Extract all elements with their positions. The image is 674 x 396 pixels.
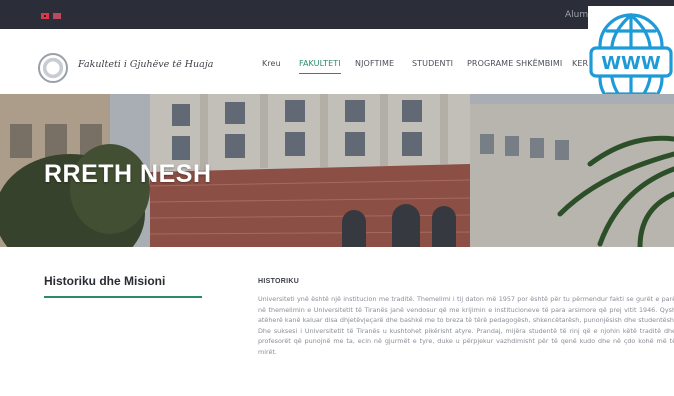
sidebar-divider (44, 296, 202, 298)
site-header: Fakulteti i Gjuhëve të Huaja Kreu FAKULT… (0, 29, 674, 94)
nav-item-kreu[interactable]: Kreu (262, 59, 281, 68)
history-paragraph: Universiteti ynë është një institucion m… (258, 295, 674, 356)
nav-item-kerkime[interactable]: KER (572, 59, 588, 68)
albanian-flag-icon[interactable] (41, 13, 49, 19)
page-title: RRETH NESH (44, 160, 212, 188)
top-bar: Alumni (0, 0, 674, 29)
hero-banner: RRETH NESH (0, 94, 674, 247)
sidebar-heading: Historiku dhe Misioni (44, 274, 166, 288)
english-flag-icon[interactable] (53, 13, 61, 19)
section-heading: HISTORIKU (258, 278, 300, 285)
main-navigation: Kreu FAKULTETI NJOFTIME STUDENTI PROGRAM… (0, 59, 674, 74)
nav-item-studenti[interactable]: STUDENTI (412, 59, 453, 68)
nav-item-programe-shkembimi[interactable]: PROGRAME SHKËMBIMI (467, 59, 562, 68)
www-label: WWW (601, 53, 661, 74)
nav-item-fakulteti[interactable]: FAKULTETI (299, 59, 341, 74)
nav-item-njoftime[interactable]: NJOFTIME (355, 59, 394, 68)
